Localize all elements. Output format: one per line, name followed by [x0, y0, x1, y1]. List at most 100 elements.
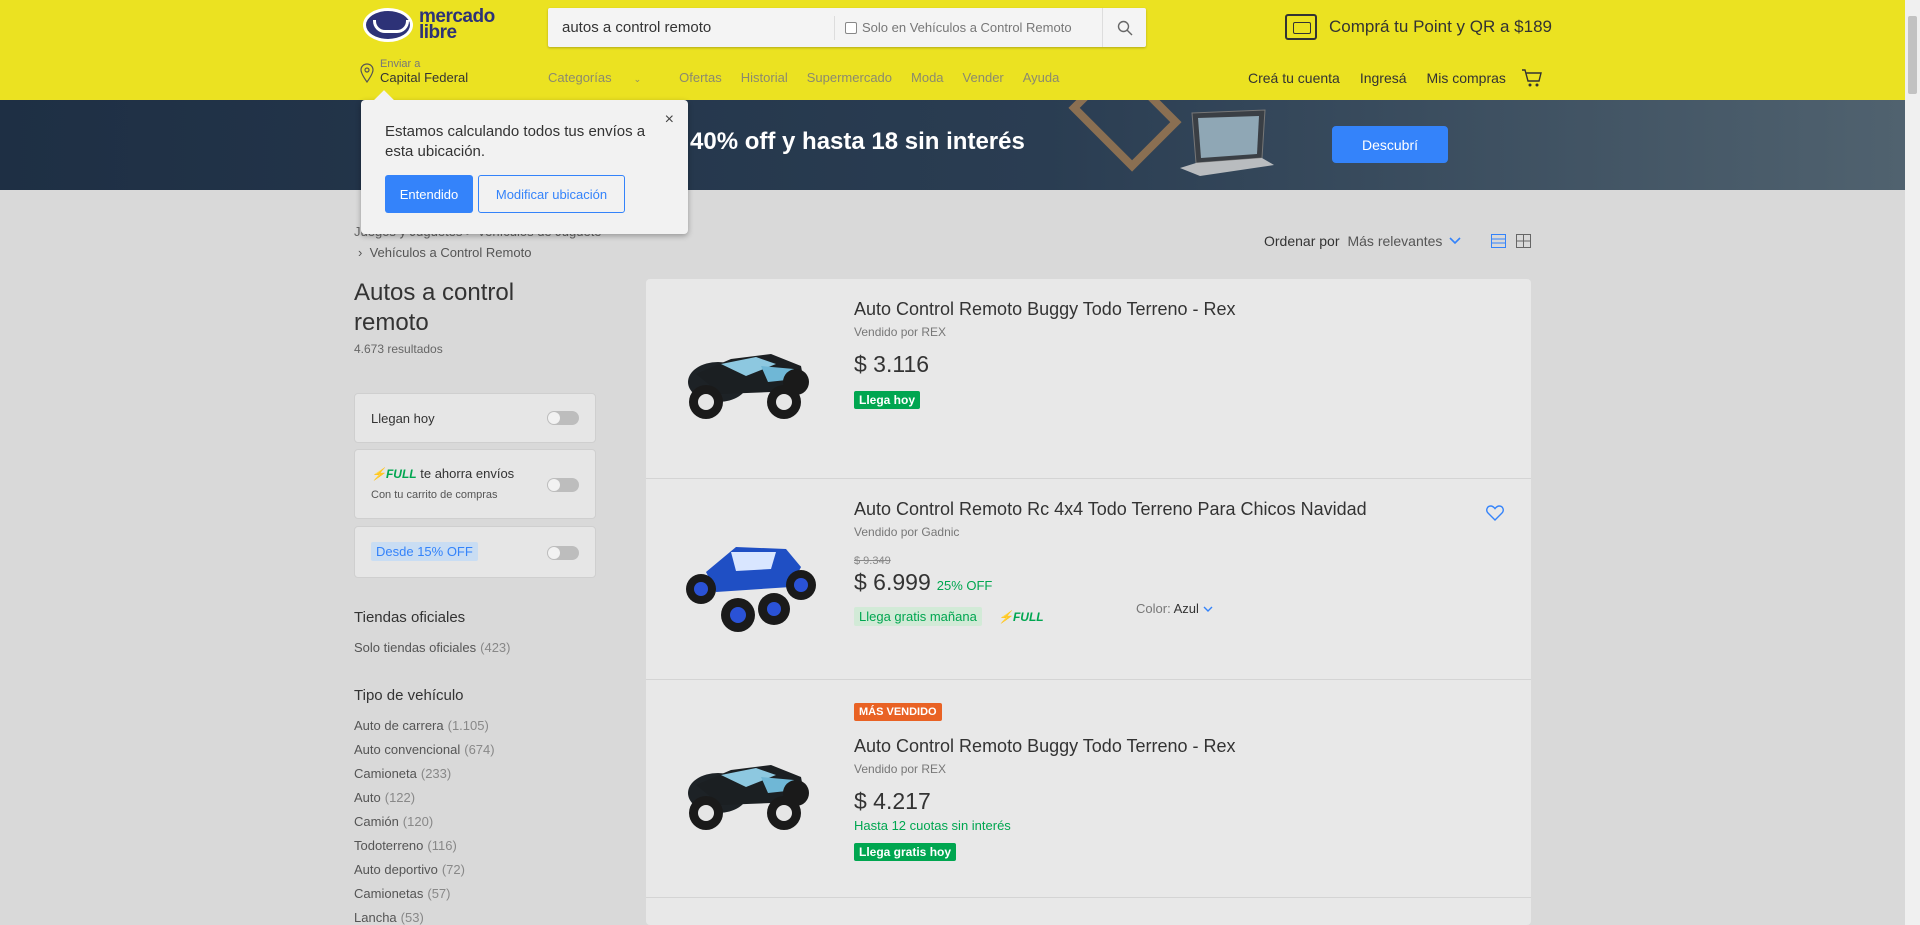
full-bolt-icon: ⚡ — [371, 467, 386, 481]
checkbox-icon[interactable] — [845, 21, 857, 34]
view-toggle — [1491, 234, 1531, 248]
item-seller: Vendido por Gadnic — [854, 525, 960, 539]
chevron-down-icon — [1203, 606, 1213, 612]
page-scrollbar[interactable] — [1905, 0, 1920, 925]
results-count: 4.673 resultados — [354, 342, 443, 356]
vehicle-type-title: Tipo de vehículo — [354, 687, 464, 704]
search-button[interactable] — [1102, 8, 1146, 47]
sort-value: Más relevantes — [1347, 233, 1443, 249]
nav-historial[interactable]: Historial — [741, 70, 788, 85]
cart-icon[interactable] — [1521, 68, 1543, 88]
official-stores-list: Solo tiendas oficiales (423) — [354, 640, 511, 664]
search-category-label: Solo en Vehículos a Control Remoto — [862, 20, 1072, 35]
filter-option[interactable]: Auto convencional (674) — [354, 742, 495, 766]
search-category-checkbox[interactable]: Solo en Vehículos a Control Remoto — [835, 8, 1082, 47]
product-image[interactable] — [676, 735, 821, 845]
full-bolt-icon: ⚡ — [998, 610, 1013, 624]
official-stores-title: Tiendas oficiales — [354, 609, 466, 626]
chevron-right-icon: › — [358, 245, 370, 260]
filter-option[interactable]: Auto de carrera (1.105) — [354, 718, 495, 742]
full-text: te ahorra envíos — [420, 466, 515, 481]
filter-option[interactable]: Camión (120) — [354, 814, 495, 838]
toggle-llegan-hoy[interactable] — [547, 411, 579, 425]
banner-shelf-decoration — [1068, 100, 1182, 172]
sort-label: Ordenar por — [1264, 233, 1340, 249]
filter-full[interactable]: ⚡FULL te ahorra envíos Con tu carrito de… — [354, 449, 596, 519]
mercadolibre-logo[interactable]: mercado libre — [363, 7, 495, 43]
location-label: Enviar a — [380, 58, 421, 70]
item-price: $ 3.116 — [854, 351, 930, 377]
color-value: Azul — [1173, 601, 1199, 616]
nav-ayuda[interactable]: Ayuda — [1023, 70, 1060, 85]
nav-moda[interactable]: Moda — [911, 70, 944, 85]
filter-option[interactable]: Solo tiendas oficiales (423) — [354, 640, 511, 664]
promo-banner[interactable]: a 40% off y hasta 18 sin interés Descubr… — [0, 100, 1905, 190]
filter-option[interactable]: Lancha (53) — [354, 910, 495, 925]
best-seller-badge: MÁS VENDIDO — [854, 703, 942, 721]
shipping-badge: Llega gratis hoy — [854, 843, 957, 861]
grid-view-icon[interactable] — [1516, 234, 1531, 248]
filter-discount[interactable]: Desde 15% OFF — [354, 526, 596, 578]
filter-llegan-hoy[interactable]: Llegan hoy — [354, 393, 596, 443]
result-item[interactable]: Auto Control Remoto Rc 4x4 Todo Terreno … — [646, 479, 1531, 680]
modify-location-button[interactable]: Modificar ubicación — [478, 175, 625, 213]
item-old-price: $ 9.349 — [854, 555, 891, 567]
full-label: FULL — [385, 467, 417, 481]
full-sub: Con tu carrito de compras — [371, 489, 498, 501]
search-icon — [1117, 20, 1132, 35]
color-selector[interactable]: Color: Azul — [1136, 601, 1213, 616]
shipping-badge: Llega hoy — [854, 391, 921, 409]
filter-llegan-hoy-label: Llegan hoy — [371, 411, 435, 426]
filter-option[interactable]: Auto deportivo (72) — [354, 862, 495, 886]
vehicle-type-list: Auto de carrera (1.105) Auto convencional… — [354, 718, 495, 925]
nav-supermercado[interactable]: Supermercado — [807, 70, 892, 85]
discount-percent: 25% OFF — [936, 578, 993, 593]
shipping-badge: Llega gratis mañana — [854, 607, 982, 626]
my-purchases-link[interactable]: Mis compras — [1427, 70, 1506, 86]
search-bar: Solo en Vehículos a Control Remoto — [548, 8, 1146, 47]
popup-message: Estamos calculando todos tus envíos a es… — [385, 123, 646, 160]
nav-categorias[interactable]: Categorías ⌄ — [548, 70, 660, 85]
page-title: Autos a control remoto — [354, 279, 515, 336]
filter-option[interactable]: Auto (122) — [354, 790, 495, 814]
nav-ofertas[interactable]: Ofertas — [679, 70, 722, 85]
result-item[interactable]: Auto Control Remoto Buggy Todo Terreno -… — [646, 279, 1531, 479]
toggle-discount[interactable] — [547, 546, 579, 560]
favorite-heart-icon[interactable] — [1486, 505, 1504, 521]
list-view-icon[interactable] — [1491, 234, 1506, 248]
breadcrumb-current[interactable]: › Vehículos a Control Remoto — [358, 245, 531, 260]
item-title[interactable]: Auto Control Remoto Rc 4x4 Todo Terreno … — [854, 499, 1367, 520]
scrollbar-thumb[interactable] — [1908, 16, 1917, 94]
create-account-link[interactable]: Creá tu cuenta — [1248, 70, 1340, 86]
search-input[interactable] — [548, 8, 834, 47]
nav-vender[interactable]: Vender — [963, 70, 1004, 85]
filter-option[interactable]: Todoterreno (116) — [354, 838, 495, 862]
product-image[interactable] — [676, 527, 821, 637]
chevron-down-icon — [1449, 237, 1461, 245]
login-link[interactable]: Ingresá — [1360, 70, 1407, 86]
item-price: $ 6.999 — [854, 569, 931, 595]
shipping-location[interactable]: Enviar a Capital Federal — [360, 58, 468, 86]
point-promo-text: Comprá tu Point y QR a $189 — [1329, 17, 1553, 36]
chevron-down-icon: ⌄ — [633, 74, 642, 84]
close-icon[interactable]: × — [665, 111, 674, 129]
point-device-icon — [1285, 14, 1317, 40]
filter-option[interactable]: Camioneta (233) — [354, 766, 495, 790]
item-title[interactable]: Auto Control Remoto Buggy Todo Terreno -… — [854, 299, 1236, 320]
sort-dropdown[interactable]: Ordenar por Más relevantes — [1264, 233, 1461, 249]
banner-discover-button[interactable]: Descubrí — [1332, 126, 1448, 163]
result-item[interactable]: MÁS VENDIDO Auto Control Remoto Buggy To… — [646, 680, 1531, 898]
product-image[interactable] — [676, 324, 821, 434]
filter-option[interactable]: Camionetas (57) — [354, 886, 495, 910]
item-seller: Vendido por REX — [854, 325, 947, 339]
understood-button[interactable]: Entendido — [385, 175, 473, 213]
banner-text: a 40% off y hasta 18 sin interés — [670, 128, 1025, 155]
item-title[interactable]: Auto Control Remoto Buggy Todo Terreno -… — [854, 736, 1236, 757]
handshake-logo-icon — [363, 8, 413, 42]
logo-text-line2: libre — [419, 22, 457, 43]
color-label: Color: — [1136, 601, 1171, 616]
toggle-full[interactable] — [547, 478, 579, 492]
laptop-image — [1180, 109, 1274, 176]
user-nav: Creá tu cuenta Ingresá Mis compras — [1248, 70, 1526, 86]
point-promo[interactable]: Comprá tu Point y QR a $189 — [1285, 14, 1552, 40]
